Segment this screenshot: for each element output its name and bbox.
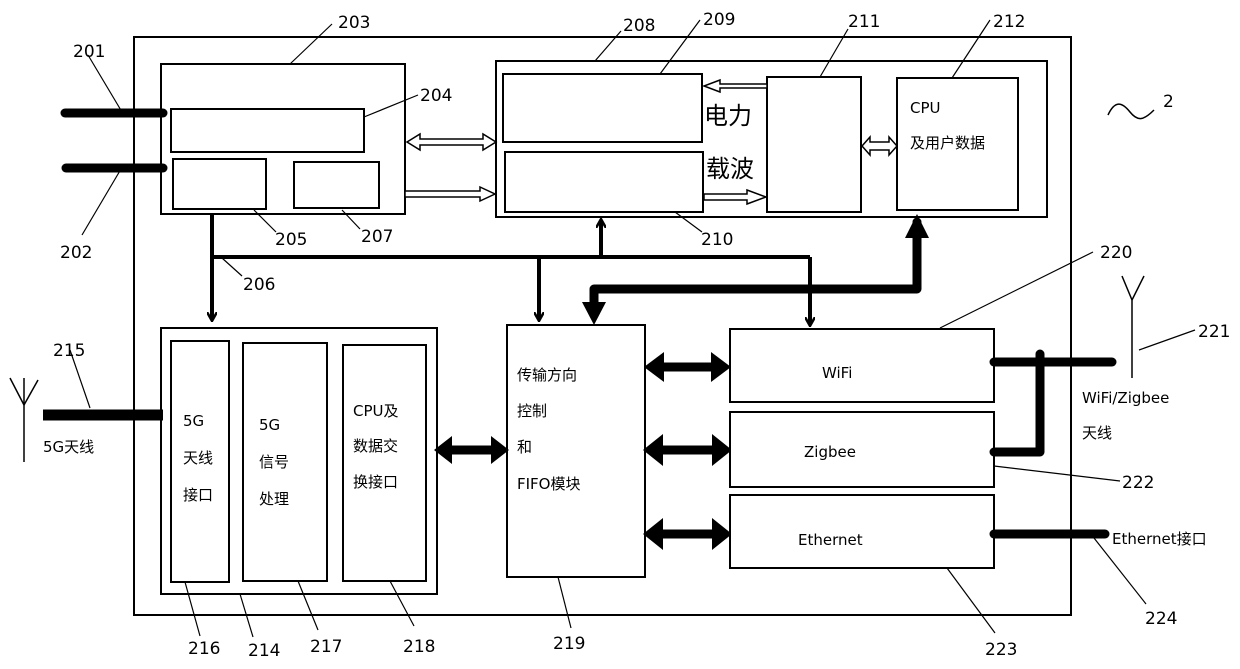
ref-204: 204 [420, 86, 452, 106]
signal-processing-line2: 信号 [259, 453, 289, 471]
ref-207: 207 [361, 227, 393, 247]
fifo-line3: 和 [517, 438, 532, 456]
ref-224: 224 [1145, 609, 1177, 629]
cpu-user-data-label: 及用户数据 [910, 134, 985, 152]
fifo-line4: FIFO模块 [517, 475, 581, 493]
ref-201: 201 [73, 42, 105, 62]
fifo-line1: 传输方向 [517, 366, 577, 384]
block-222-zigbee [729, 411, 995, 488]
ref-222: 222 [1122, 473, 1154, 493]
ref-205: 205 [275, 230, 307, 250]
cpu-exchange-line3: 换接口 [353, 473, 398, 491]
ref-206: 206 [243, 275, 275, 295]
antenna-interface-line1: 5G [183, 412, 204, 430]
ref-217: 217 [310, 637, 342, 657]
zigbee-label: Zigbee [804, 443, 856, 461]
power-carrier-line1: 电力 [704, 102, 752, 130]
ref-202: 202 [60, 243, 92, 263]
cpu-label: CPU [910, 99, 941, 117]
ref-209: 209 [703, 10, 735, 30]
ethernet-port-label: Ethernet接口 [1112, 530, 1207, 548]
antenna-interface-line3: 接口 [183, 486, 213, 504]
block-218 [342, 344, 427, 582]
block-211 [766, 76, 862, 213]
cpu-exchange-line1: CPU及 [353, 402, 399, 420]
ref-210: 210 [701, 230, 733, 250]
ref-215: 215 [53, 341, 85, 361]
power-carrier-line2: 载波 [706, 155, 754, 183]
signal-processing-line1: 5G [259, 416, 280, 434]
antenna-5g-label: 5G天线 [43, 438, 94, 456]
ethernet-label: Ethernet [798, 531, 863, 549]
ref-219: 219 [553, 634, 585, 654]
antenna-interface-line2: 天线 [183, 449, 213, 467]
signal-processing-line3: 处理 [259, 490, 289, 508]
antenna-wz-label-line2: 天线 [1082, 424, 1112, 442]
ref-221: 221 [1198, 322, 1230, 342]
ref-203: 203 [338, 13, 370, 33]
block-210 [504, 151, 704, 213]
block-209 [502, 73, 703, 143]
ref-220: 220 [1100, 243, 1132, 263]
block-diagram: 201 202 203 204 205 206 207 208 209 210 … [9, 10, 1230, 661]
block-204 [170, 108, 365, 153]
antenna-wz-icon [1121, 275, 1145, 378]
antenna-wz-label-line1: WiFi/Zigbee [1082, 389, 1169, 407]
block-220-wifi [729, 328, 995, 403]
ref-208: 208 [623, 16, 655, 36]
ref-223: 223 [985, 640, 1017, 660]
fifo-line2: 控制 [517, 402, 547, 420]
figure-number: 2 [1163, 92, 1174, 112]
ref-211: 211 [848, 12, 880, 32]
ref-212: 212 [993, 12, 1025, 32]
ref-214: 214 [248, 641, 280, 661]
wifi-label: WiFi [822, 364, 852, 382]
block-205 [172, 158, 267, 210]
ref-218: 218 [403, 637, 435, 657]
block-207 [293, 161, 380, 209]
figure-squiggle-icon [1107, 103, 1155, 120]
antenna-5g-icon [9, 377, 39, 462]
ref-216: 216 [188, 639, 220, 659]
cpu-exchange-line2: 数据交 [353, 437, 398, 455]
